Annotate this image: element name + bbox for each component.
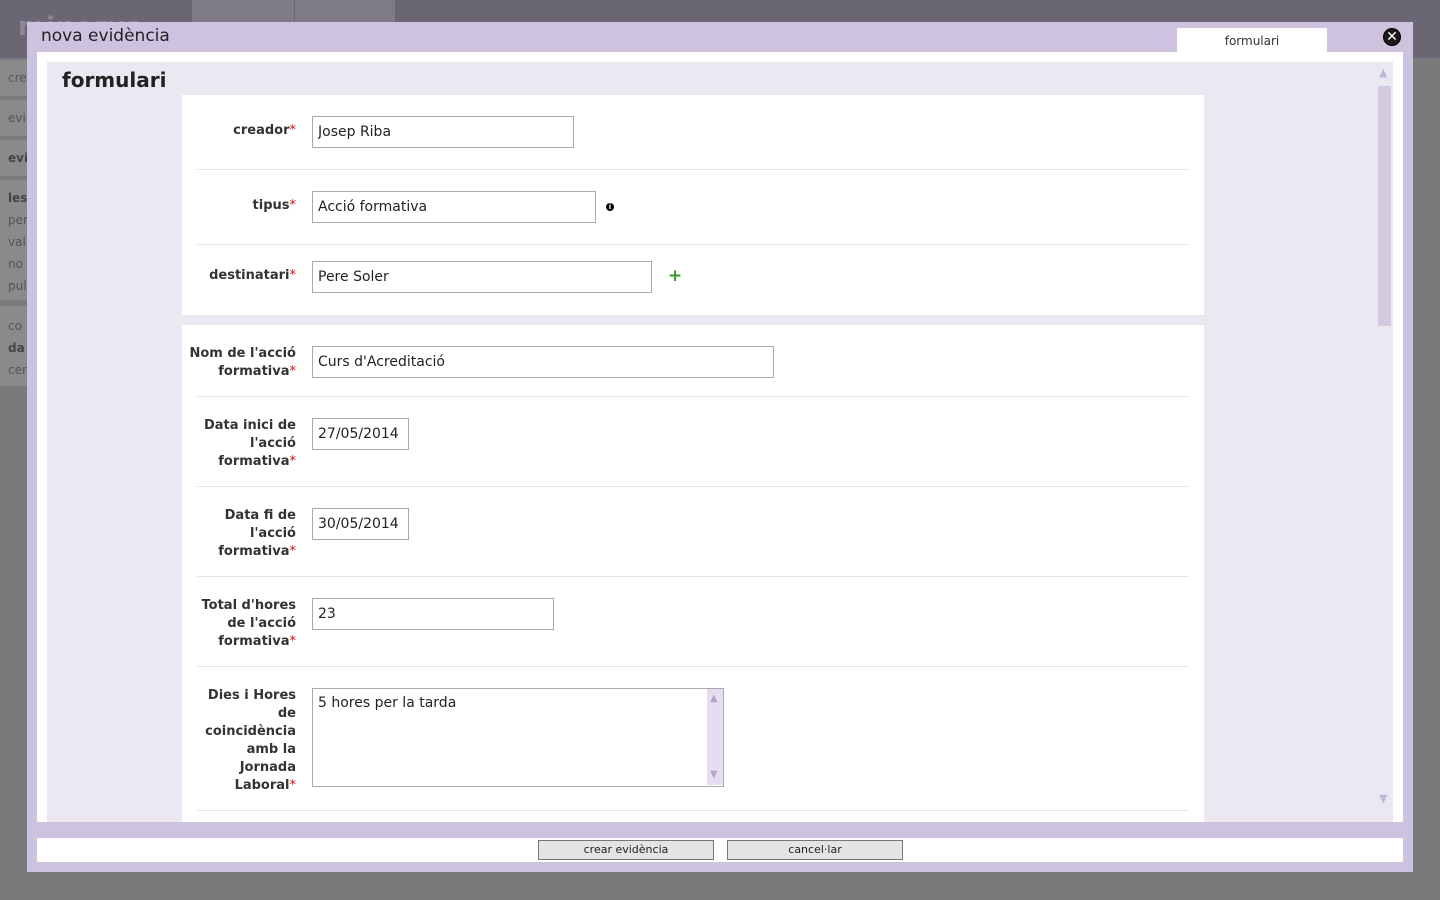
form-row-nom-accio: Nom de l'acció formativa* bbox=[189, 325, 1189, 397]
data-fi-input[interactable] bbox=[312, 508, 409, 540]
form-row-creador: creador* bbox=[197, 95, 1189, 170]
form-pane: formulari creador* tipus* i destinatari*… bbox=[47, 62, 1376, 822]
tab-formulari[interactable]: formulari bbox=[1177, 28, 1327, 52]
required-mark: * bbox=[289, 123, 297, 138]
form-row-dies-hores: Dies i Hores de coincidència amb la Jorn… bbox=[197, 667, 1189, 811]
data-inici-input[interactable] bbox=[312, 418, 409, 450]
label-text: Dies i Hores de coincidència amb la Jorn… bbox=[205, 688, 296, 793]
chevron-down-icon[interactable]: ▼ bbox=[1379, 792, 1387, 805]
required-mark: * bbox=[289, 364, 297, 379]
background-tab bbox=[295, 0, 395, 24]
required-mark: * bbox=[289, 268, 297, 283]
label-text: Data fi de l'acció formativa bbox=[218, 508, 296, 559]
required-mark: * bbox=[289, 198, 297, 213]
section-title: formulari bbox=[62, 68, 167, 92]
field-label: creador* bbox=[186, 122, 296, 140]
tipus-input[interactable] bbox=[312, 191, 596, 223]
label-text: destinatari bbox=[209, 268, 290, 283]
chevron-up-icon[interactable]: ▲ bbox=[710, 693, 718, 704]
field-label: Data inici de l'acció formativa* bbox=[186, 417, 296, 471]
required-mark: * bbox=[289, 634, 297, 649]
dialog-body: formulari creador* tipus* i destinatari*… bbox=[37, 52, 1403, 822]
field-label: Total d'hores de l'acció formativa* bbox=[186, 597, 296, 651]
chevron-down-icon[interactable]: ▼ bbox=[710, 769, 718, 780]
field-label: Data fi de l'acció formativa* bbox=[186, 507, 296, 561]
field-label: Nom de l'acció formativa* bbox=[186, 345, 296, 381]
field-label: Dies i Hores de coincidència amb la Jorn… bbox=[196, 687, 296, 795]
label-text: creador bbox=[233, 123, 290, 138]
cancel-button[interactable]: cancel·lar bbox=[727, 840, 903, 860]
background-sidebar: cre evi evi les per val no pul co da cer bbox=[0, 58, 30, 900]
required-mark: * bbox=[289, 454, 297, 469]
creador-input[interactable] bbox=[312, 116, 574, 148]
dialog-footer: crear evidència cancel·lar bbox=[37, 838, 1403, 862]
form-row-total-hores: Total d'hores de l'acció formativa* bbox=[197, 577, 1189, 667]
form-card-general: creador* tipus* i destinatari* + bbox=[182, 95, 1204, 315]
field-label: destinatari* bbox=[186, 267, 296, 285]
dialog-title: nova evidència bbox=[41, 26, 170, 46]
total-hores-input[interactable] bbox=[312, 598, 554, 630]
textarea-scrollbar[interactable]: ▲ ▼ bbox=[707, 689, 723, 785]
info-icon[interactable]: i bbox=[606, 203, 614, 211]
form-row-data-fi: Data fi de l'acció formativa* bbox=[197, 487, 1189, 577]
close-icon[interactable]: ✕ bbox=[1383, 28, 1401, 46]
label-text: Data inici de l'acció formativa bbox=[203, 418, 296, 469]
destinatari-input[interactable] bbox=[312, 261, 652, 293]
form-row-data-inici: Data inici de l'acció formativa* bbox=[197, 397, 1189, 487]
background-tab bbox=[192, 0, 294, 24]
form-row-tipus: tipus* i bbox=[197, 170, 1189, 245]
required-mark: * bbox=[289, 544, 297, 559]
nom-accio-input[interactable] bbox=[312, 346, 774, 378]
form-row-destinatari: destinatari* + bbox=[197, 245, 1189, 315]
create-evidence-button[interactable]: crear evidència bbox=[538, 840, 714, 860]
label-text: Nom de l'acció formativa bbox=[189, 346, 296, 379]
plus-icon[interactable]: + bbox=[668, 268, 682, 285]
field-label: tipus* bbox=[186, 197, 296, 215]
chevron-up-icon[interactable]: ▲ bbox=[1379, 66, 1387, 79]
label-text: tipus bbox=[252, 198, 290, 213]
scrollbar-thumb[interactable] bbox=[1378, 86, 1391, 326]
form-scrollbar[interactable]: ▲ ▼ bbox=[1376, 62, 1393, 822]
required-mark: * bbox=[289, 778, 297, 793]
new-evidence-dialog: nova evidència formulari ✕ formulari cre… bbox=[27, 22, 1413, 872]
dies-hores-textarea[interactable]: 5 hores per la tarda bbox=[312, 688, 724, 787]
label-text: Total d'hores de l'acció formativa bbox=[201, 598, 296, 649]
form-card-details: Nom de l'acció formativa* Data inici de … bbox=[182, 325, 1204, 822]
